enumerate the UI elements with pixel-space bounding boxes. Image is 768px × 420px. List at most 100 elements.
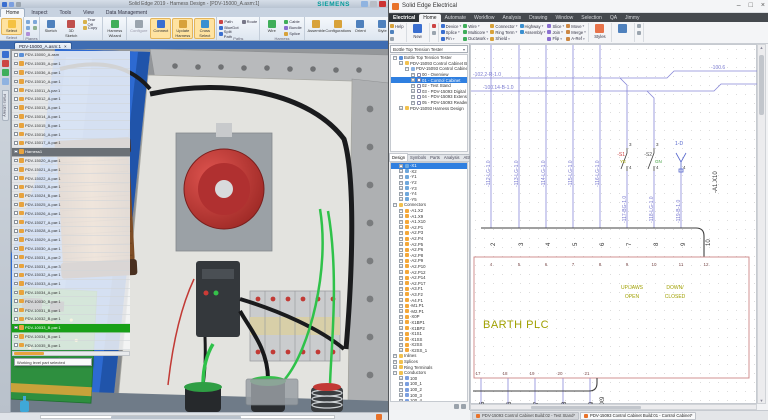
expander-icon[interactable]: + [399, 231, 403, 235]
tab-x-analysis[interactable]: Analysis [498, 14, 525, 22]
project-selector[interactable]: Bottle Top Tension Tester ▾ [390, 45, 468, 53]
pathfinder-item-x-pdv-15030-a-par-1[interactable]: PDV-15030_A.par:1 [12, 245, 130, 254]
checkbox[interactable] [14, 124, 18, 128]
expander-icon[interactable]: + [411, 73, 415, 77]
ribbon-button-x-delete-icon[interactable] [432, 24, 436, 30]
tab-x-automate[interactable]: Automate [441, 14, 470, 22]
expander-icon[interactable]: − [399, 61, 403, 65]
checkbox[interactable] [14, 168, 18, 172]
checkbox[interactable] [14, 335, 18, 339]
pathfinder-item-x-pdv-15034-a-par-1[interactable]: PDV-15034_A.par:1 [12, 289, 130, 298]
ribbon-button-x-new[interactable]: New [408, 22, 428, 43]
ribbon-button-x-merge[interactable]: Merge▾ [566, 30, 586, 35]
ribbon-button-x-move[interactable]: Move▾ [566, 24, 586, 29]
checkbox[interactable] [14, 80, 18, 84]
library-icon[interactable] [2, 78, 9, 85]
ribbon-button-x-copy[interactable]: Copy [82, 25, 101, 30]
pathfinder-item-x-pdv-15032-a-par-1[interactable]: PDV-15032_A.par:1 [12, 271, 130, 280]
close-icon[interactable] [379, 1, 386, 7]
scroll-up-icon[interactable]: ▲ [759, 45, 764, 50]
ribbon-button-x-plane-icon[interactable] [25, 25, 31, 30]
pathfinder-item-x-pdv-15033-a-par-1[interactable]: PDV-15033_A.par:1 [12, 280, 130, 289]
expander-icon[interactable]: + [399, 209, 403, 213]
checkbox[interactable] [14, 211, 18, 215]
pathfinder-item-x-harness1[interactable]: Harness1 [12, 148, 130, 157]
tab-x-jimmy[interactable]: Jimmy [621, 14, 643, 22]
ribbon-button-x-pan-icon[interactable] [637, 24, 641, 30]
canvas-vscrollbar[interactable]: ▲ ▼ [757, 44, 766, 404]
panel-tab-x-design[interactable]: Design [389, 153, 408, 161]
sheet-tab-x-pdv-15093-control-cabinet-build-01-control-cabinet[interactable]: PDV-15093 Control Cabinet Build:01 - Con… [580, 412, 696, 420]
ribbon-button-x-wire[interactable]: Wire▾ [463, 24, 488, 29]
pathfinder-item-x-pdv-15010-a-par-1[interactable]: PDV-15010_A.par:1 [12, 77, 130, 86]
pathfinder-item-x-pdv-15031-a-par-3[interactable]: PDV-15031_A.par:3 [12, 262, 130, 271]
checkbox[interactable] [14, 264, 18, 268]
left-window-controls[interactable] [361, 1, 386, 7]
checkbox[interactable] [14, 220, 18, 224]
expander-icon[interactable]: + [399, 337, 403, 341]
tab-x-tools[interactable]: Tools [53, 8, 77, 17]
tab-x-inspect[interactable]: Inspect [25, 8, 53, 17]
ribbon-button-x-plane-icon[interactable] [25, 19, 31, 24]
pathfinder-item-x-pdv-10032-b-par-1[interactable]: PDV-10032_B.par:1 [12, 315, 130, 324]
expander-icon[interactable]: + [399, 309, 403, 313]
ribbon-button-x-ring-term[interactable]: Ring Term▾ [490, 30, 517, 35]
expander-icon[interactable]: + [399, 220, 403, 224]
checkbox[interactable] [14, 176, 18, 180]
pathfinder-item-x-pdv-15027-a-par-1[interactable]: PDV-15027_A.par:1 [12, 218, 130, 227]
pathfinder-item-x-pdv-15031-a-par-2[interactable]: PDV-15031_A.par:2 [12, 253, 130, 262]
pathfinder-item-x-pdv-15025-a-par-1[interactable]: PDV-15025_A.par:1 [12, 201, 130, 210]
expander-icon[interactable]: + [399, 320, 403, 324]
ribbon-button-x-pin[interactable]: Pin▾ [441, 36, 462, 41]
expander-icon[interactable]: + [399, 287, 403, 291]
expander-icon[interactable]: + [399, 248, 403, 252]
pathfinder-item-x-pdv-15021-a-par-1[interactable]: PDV-15021_A.par:1 [12, 165, 130, 174]
filter-icon[interactable] [454, 404, 459, 409]
expander-icon[interactable]: + [399, 259, 403, 263]
expander-icon[interactable]: + [399, 326, 403, 330]
ribbon-button-x-orient[interactable]: Orient [350, 18, 371, 35]
checkbox[interactable] [14, 185, 18, 189]
tree-item-x-pdv-15093-harness-design[interactable]: +PDV-15093 Harness Design [391, 105, 467, 111]
ribbon-button-x-sketch[interactable]: Sketch [41, 18, 60, 39]
pathfinder-item-x-pdv-15011-a-par-1[interactable]: PDV-15011_A.par:1 [12, 86, 130, 95]
panel-tab-x-analysis[interactable]: Analysis [442, 154, 462, 161]
expander-icon[interactable]: + [399, 214, 403, 218]
pathfinder-item-x-pdv-15017-a-par-1[interactable]: PDV-15017_A.par:1 [12, 139, 130, 148]
panel-tab-x-parts[interactable]: Parts [428, 154, 442, 161]
minimize-icon[interactable] [370, 1, 377, 7]
expander-icon[interactable]: + [399, 192, 403, 196]
expander-icon[interactable]: + [399, 164, 403, 168]
expander-icon[interactable]: + [393, 354, 397, 358]
expander-icon[interactable]: + [399, 315, 403, 319]
pathfinder-item-x-pdv-15028-a-par-1[interactable]: PDV-15028_A.par:1 [12, 227, 130, 236]
window-control-x[interactable]: □ [749, 2, 753, 9]
pathfinder-item-x-pdv-15000-a-asm[interactable]: PDV-15000_A.asm [12, 51, 130, 60]
notification-icon[interactable] [376, 414, 382, 420]
pathfinder-item-x-pdv-15012-a-par-1[interactable]: PDV-15012_A.par:1 [12, 95, 130, 104]
expander-icon[interactable]: − [393, 371, 397, 375]
expander-icon[interactable]: + [399, 270, 403, 274]
expander-icon[interactable]: + [399, 186, 403, 190]
ribbon-button-x-paint-icon[interactable] [390, 36, 404, 41]
help-icon[interactable] [361, 1, 368, 7]
expander-icon[interactable]: − [393, 203, 397, 207]
pathfinder-item-x-pdv-10035-b-par-1[interactable]: PDV-10035_B.par:1 [12, 341, 130, 350]
checkbox[interactable] [14, 317, 18, 321]
ribbon-button-x-select[interactable]: Select [1, 18, 22, 35]
expander-icon[interactable]: + [411, 84, 415, 88]
checkbox[interactable] [14, 238, 18, 242]
checkbox[interactable] [14, 255, 18, 259]
checkbox[interactable] [14, 97, 18, 101]
expander-icon[interactable]: + [411, 78, 415, 82]
ribbon-button-x-ductwork[interactable]: Ductwork▾ [463, 36, 488, 41]
pathfinder-item-x-pdv-15036-a-par-1[interactable]: PDV-15036_A.par:1 [12, 69, 130, 78]
expander-icon[interactable]: + [399, 332, 403, 336]
ribbon-button-x-update-harness[interactable]: Update Harness [172, 18, 193, 39]
expander-icon[interactable]: + [399, 304, 403, 308]
pathfinder-item-x-pdv-15016-a-par-1[interactable]: PDV-15016_A.par:1 [12, 130, 130, 139]
ribbon-button-x-plane-icon[interactable] [32, 19, 38, 24]
pathfinder-hscrollbar[interactable] [12, 351, 130, 356]
viewport-hscrollbar[interactable] [40, 415, 335, 420]
schematic-canvas[interactable]: -102.2-R-1.0-100.14-B-1.0-100.6-112-LG-1… [470, 44, 757, 404]
